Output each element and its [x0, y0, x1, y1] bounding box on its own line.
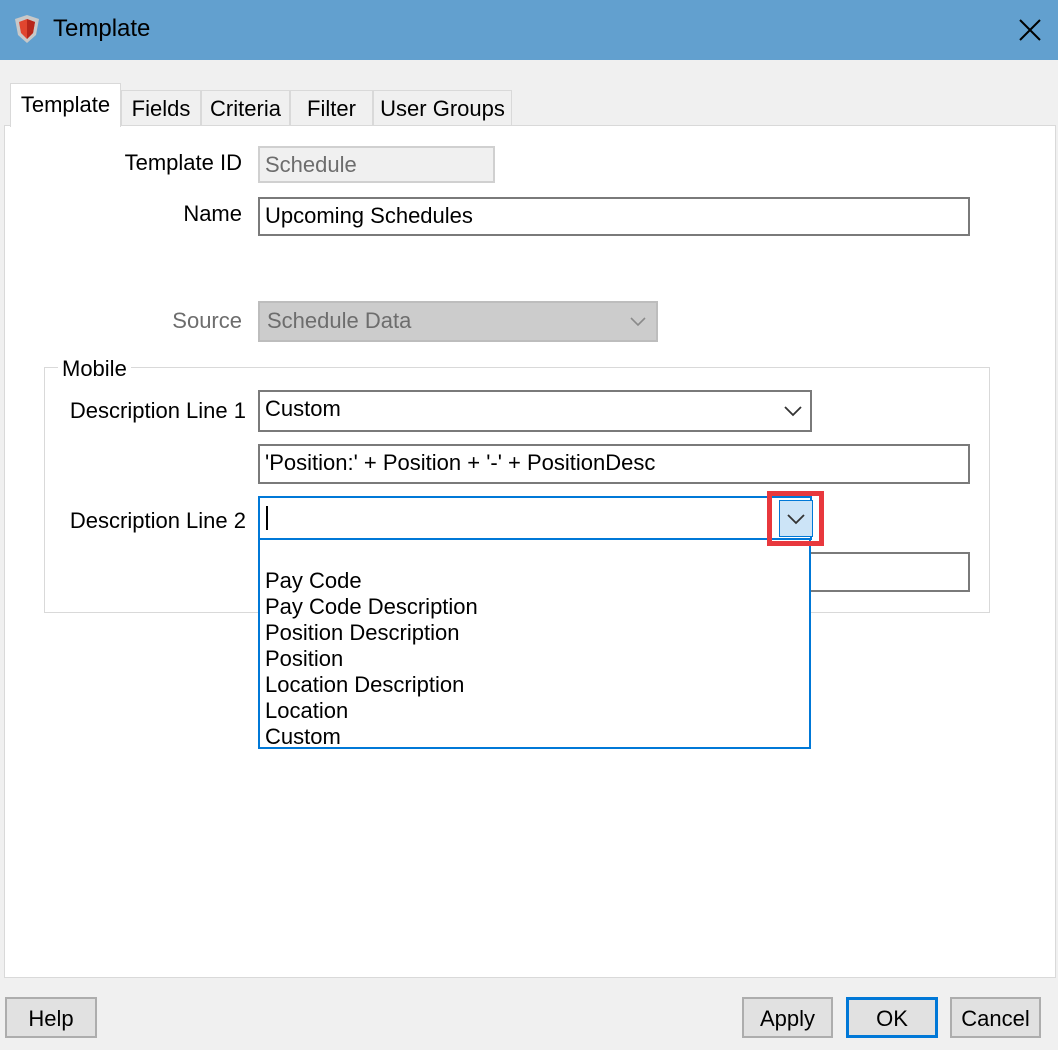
desc-line1-expression-field[interactable]: 'Position:' + Position + '-' + PositionD… — [258, 444, 970, 484]
cancel-button[interactable]: Cancel — [950, 997, 1041, 1038]
desc-line2-select[interactable] — [258, 496, 812, 540]
desc-line1-select[interactable]: Custom — [258, 390, 812, 432]
template-id-field: Schedule — [258, 146, 495, 183]
source-value: Schedule Data — [267, 308, 412, 333]
tab-filter[interactable]: Filter — [290, 90, 373, 126]
dropdown-option[interactable]: Pay Code Description — [260, 594, 809, 620]
tab-fields[interactable]: Fields — [121, 90, 201, 126]
close-button[interactable] — [1008, 8, 1052, 52]
name-field[interactable]: Upcoming Schedules — [258, 197, 970, 236]
template-id-label: Template ID — [124, 150, 242, 175]
highlight-box — [767, 491, 824, 546]
chevron-down-icon — [784, 406, 802, 417]
dropdown-option[interactable]: Location Description — [260, 672, 809, 698]
text-cursor — [266, 506, 268, 530]
desc-line1-label: Description Line 1 — [69, 398, 246, 423]
help-button[interactable]: Help — [5, 997, 97, 1038]
tab-label: Template — [20, 92, 111, 117]
desc-line1-value: Custom — [265, 396, 341, 421]
dropdown-option[interactable]: Position — [260, 646, 809, 672]
dropdown-option[interactable]: Custom — [260, 724, 809, 750]
desc-line2-label: Description Line 2 — [69, 508, 246, 533]
mobile-group-label: Mobile — [58, 356, 131, 382]
name-label: Name — [183, 201, 242, 226]
tab-label: Filter — [307, 96, 356, 121]
tab-label: Fields — [131, 96, 191, 121]
desc-line2-dropdown-list: Pay Code Pay Code Description Position D… — [258, 538, 811, 749]
close-icon — [1019, 19, 1041, 41]
app-icon — [15, 15, 39, 43]
tab-label: User Groups — [380, 96, 505, 121]
tab-label: Criteria — [210, 96, 281, 121]
apply-button[interactable]: Apply — [742, 997, 833, 1038]
chevron-down-icon — [630, 317, 646, 327]
dropdown-option[interactable]: Pay Code — [260, 568, 809, 594]
dropdown-option[interactable]: Location — [260, 698, 809, 724]
tab-template[interactable]: Template — [10, 83, 121, 127]
tab-criteria[interactable]: Criteria — [201, 90, 290, 126]
tab-user-groups[interactable]: User Groups — [373, 90, 512, 126]
source-label: Source — [172, 308, 242, 333]
title-bar: Template — [0, 0, 1058, 60]
source-select: Schedule Data — [258, 301, 658, 342]
dropdown-option[interactable]: Position Description — [260, 620, 809, 646]
ok-button[interactable]: OK — [846, 997, 938, 1038]
window-title: Template — [53, 15, 151, 42]
